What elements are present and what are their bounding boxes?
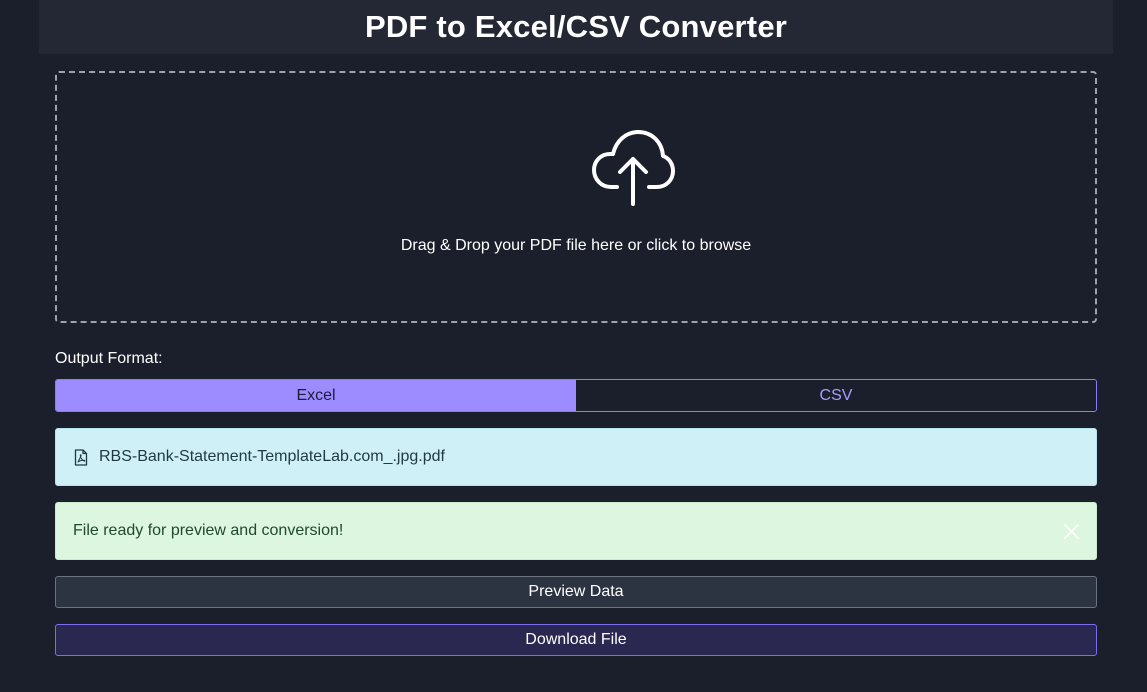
page-header: PDF to Excel/CSV Converter xyxy=(39,0,1113,54)
dropzone-instructions: Drag & Drop your PDF file here or click … xyxy=(400,237,752,254)
format-option-csv[interactable]: CSV xyxy=(576,380,1096,411)
cloud-upload-icon xyxy=(592,130,675,206)
format-option-excel[interactable]: Excel xyxy=(56,380,576,411)
file-name: RBS-Bank-Statement-TemplateLab.com_.jpg.… xyxy=(99,448,445,465)
output-format-toggle: Excel CSV xyxy=(55,379,1097,412)
selected-file-info: RBS-Bank-Statement-TemplateLab.com_.jpg.… xyxy=(55,428,1097,486)
file-dropzone[interactable]: Drag & Drop your PDF file here or click … xyxy=(55,71,1097,323)
alert-message: File ready for preview and conversion! xyxy=(73,522,344,539)
close-icon[interactable] xyxy=(1063,523,1080,540)
app-root: PDF to Excel/CSV Converter Drag & Drop y… xyxy=(0,0,1147,692)
preview-data-button[interactable]: Preview Data xyxy=(55,576,1097,608)
success-alert: File ready for preview and conversion! xyxy=(55,502,1097,560)
page-title: PDF to Excel/CSV Converter xyxy=(364,8,788,44)
pdf-file-icon xyxy=(74,448,88,466)
download-file-button[interactable]: Download File xyxy=(55,624,1097,656)
output-format-label: Output Format: xyxy=(55,350,163,367)
